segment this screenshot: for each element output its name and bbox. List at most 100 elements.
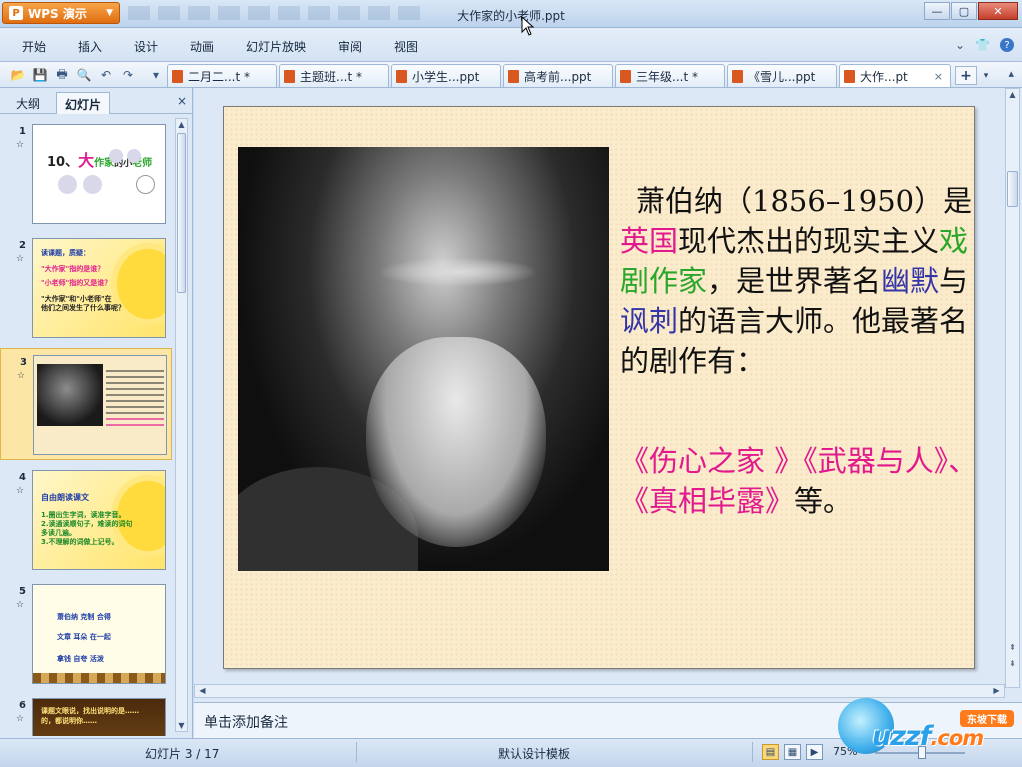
ppt-file-icon xyxy=(732,69,743,83)
slide-counter: 幻灯片 3 / 17 xyxy=(145,747,220,761)
animation-star-icon: ☆ xyxy=(16,140,25,150)
window-title: 大作家的小老师.ppt xyxy=(457,9,565,23)
menu-home[interactable]: 开始 xyxy=(22,38,46,55)
tab-list-dropdown-icon[interactable]: ▾ xyxy=(979,66,993,85)
tab-slides[interactable]: 幻灯片 xyxy=(56,92,111,114)
slide-number: 4 xyxy=(19,472,26,483)
minimize-button[interactable]: — xyxy=(924,2,950,20)
slide-editor: 萧伯纳（1856–1950）是英国现代杰出的现实主义戏剧作家，是世界著名幽默与讽… xyxy=(194,88,1022,738)
watermark-text: uzzf.com xyxy=(872,721,984,752)
slide-number: 3 xyxy=(20,357,27,368)
animation-star-icon: ☆ xyxy=(16,254,25,264)
ppt-file-icon xyxy=(620,69,631,83)
undo-icon[interactable]: ↶ xyxy=(98,67,114,83)
prev-slide-icon[interactable]: ⇞ xyxy=(1006,643,1019,652)
doc-tab-2[interactable]: 主题班...t * xyxy=(279,64,389,87)
scroll-left-icon[interactable]: ◀ xyxy=(197,686,208,695)
menu-insert[interactable]: 插入 xyxy=(78,38,102,55)
ppt-file-icon xyxy=(172,69,183,83)
customize-dropdown-icon[interactable]: ▾ xyxy=(148,67,164,83)
slide-thumbnail-1[interactable]: 1 ☆ 10、大作家的小老师 xyxy=(0,118,172,230)
doc-tab-7-active[interactable]: 大作...pt × xyxy=(839,64,951,87)
slide-number: 1 xyxy=(19,126,26,137)
chevron-down-icon[interactable]: ⌄ xyxy=(955,38,965,52)
menu-right-icons: ⌄ 👕 ? xyxy=(955,38,1014,52)
help-icon[interactable]: ? xyxy=(1000,38,1014,52)
slide-sorter-view-button[interactable]: ▦ xyxy=(784,744,801,760)
scroll-up-icon[interactable]: ▲ xyxy=(1006,90,1019,99)
close-tab-icon[interactable]: × xyxy=(934,70,943,83)
animation-star-icon: ☆ xyxy=(16,600,25,610)
animation-star-icon: ☆ xyxy=(16,486,25,496)
slide-body-text[interactable]: 萧伯纳（1856–1950）是英国现代杰出的现实主义戏剧作家，是世界著名幽默与讽… xyxy=(620,181,980,381)
scroll-down-icon[interactable]: ▼ xyxy=(176,721,187,730)
slide-horizontal-scrollbar[interactable]: ◀ ▶ xyxy=(194,684,1005,698)
print-preview-icon[interactable]: 🔍 xyxy=(76,67,92,83)
mouse-cursor-icon xyxy=(521,16,535,36)
animation-star-icon: ☆ xyxy=(16,714,25,724)
scroll-up-icon[interactable]: ▲ xyxy=(176,120,187,129)
save-icon[interactable]: 💾 xyxy=(32,67,48,83)
toolbar: 📂 💾 🖶 🔍 ↶ ↷ ▾ 二月二...t * 主题班...t * 小学生...… xyxy=(0,62,1022,88)
thumbnail-image: 自由朗读课文 1.圈出生字词，读准字音。 2.读通读顺句子，难读的词句 多读几遍… xyxy=(32,470,166,570)
maximize-button[interactable]: ▢ xyxy=(951,2,977,20)
scrollbar-thumb[interactable] xyxy=(177,133,186,293)
thumbnail-scrollbar[interactable]: ▲ ▼ xyxy=(175,118,188,732)
menu-view[interactable]: 视图 xyxy=(394,38,418,55)
panel-tabs: 大纲 幻灯片 × xyxy=(0,88,193,114)
slide-vertical-scrollbar[interactable]: ▲ ⇞ ⇟ xyxy=(1005,88,1020,688)
doc-tab-label: 《雪儿...ppt xyxy=(748,69,816,84)
scrollbar-thumb[interactable] xyxy=(1007,171,1018,207)
doc-tab-label: 高考前...ppt xyxy=(524,69,592,84)
open-folder-icon[interactable]: 📂 xyxy=(10,67,26,83)
menu-slideshow[interactable]: 幻灯片放映 xyxy=(246,38,306,55)
thumbnail-list: 1 ☆ 10、大作家的小老师 2 ☆ 读课题，质疑： "大作家"指的是谁？ "小… xyxy=(0,116,172,736)
ppt-file-icon xyxy=(844,69,855,83)
slide-canvas[interactable]: 萧伯纳（1856–1950）是英国现代杰出的现实主义戏剧作家，是世界著名幽默与讽… xyxy=(223,106,977,669)
doc-tab-label: 二月二...t * xyxy=(188,69,250,84)
slide-number: 6 xyxy=(19,700,26,711)
thumbnail-image: 10、大作家的小老师 xyxy=(32,124,166,224)
notes-placeholder: 单击添加备注 xyxy=(204,715,288,731)
portrait-photo[interactable] xyxy=(238,147,609,571)
slideshow-view-button[interactable]: ▶ xyxy=(806,744,823,760)
doc-tab-label: 主题班...t * xyxy=(300,69,362,84)
ppt-file-icon xyxy=(396,69,407,83)
design-template-label: 默认设计模板 xyxy=(498,747,571,761)
slide-thumbnail-3-selected[interactable]: 3 ☆ xyxy=(0,348,172,460)
ppt-file-icon xyxy=(284,69,295,83)
next-slide-icon[interactable]: ⇟ xyxy=(1006,659,1019,668)
close-window-button[interactable]: ✕ xyxy=(978,2,1018,20)
animation-star-icon: ☆ xyxy=(17,371,26,381)
doc-tab-4[interactable]: 高考前...ppt xyxy=(503,64,613,87)
slide-thumbnail-5[interactable]: 5 ☆ 萧伯纳 克制 合得 文章 耳朵 在一起 拿钱 自夸 活泼 xyxy=(0,578,172,690)
slide-works-text[interactable]: 《伤心之家 》《武器与人》、《真相毕露》等。 xyxy=(620,441,980,521)
close-panel-icon[interactable]: × xyxy=(177,94,187,108)
slide-thumbnail-4[interactable]: 4 ☆ 自由朗读课文 1.圈出生字词，读准字音。 2.读通读顺句子，难读的词句 … xyxy=(0,464,172,576)
new-tab-button[interactable]: + xyxy=(955,66,977,85)
title-bar: P WPS 演示 ▼ 大作家的小老师.ppt — ▢ ✕ xyxy=(0,0,1022,28)
doc-tab-6[interactable]: 《雪儿...ppt xyxy=(727,64,837,87)
shirt-icon[interactable]: 👕 xyxy=(975,38,990,52)
print-icon[interactable]: 🖶 xyxy=(54,67,70,83)
slide-thumbnail-6[interactable]: 6 ☆ 课题文眼说，找出说明的是…… 的，都说明你…… xyxy=(0,692,172,736)
ppt-file-icon xyxy=(508,69,519,83)
doc-tab-1[interactable]: 二月二...t * xyxy=(167,64,277,87)
doc-tab-3[interactable]: 小学生...ppt xyxy=(391,64,501,87)
scroll-right-icon[interactable]: ▶ xyxy=(991,686,1002,695)
tab-outline[interactable]: 大纲 xyxy=(8,92,48,114)
slide-thumbnail-2[interactable]: 2 ☆ 读课题，质疑： "大作家"指的是谁？ "小老师"指的又是谁？ "大作家"… xyxy=(0,232,172,344)
menu-design[interactable]: 设计 xyxy=(134,38,158,55)
thumbnail-image: 课题文眼说，找出说明的是…… 的，都说明你…… xyxy=(32,698,166,736)
doc-tab-label: 三年级...t * xyxy=(636,69,698,84)
thumbnail-image: 萧伯纳 克制 合得 文章 耳朵 在一起 拿钱 自夸 活泼 xyxy=(32,584,166,684)
tab-scroll-icon[interactable]: ▴ xyxy=(1008,67,1014,80)
thumbnail-image: 读课题，质疑： "大作家"指的是谁？ "小老师"指的又是谁？ "大作家"和"小老… xyxy=(32,238,166,338)
slide-number: 5 xyxy=(19,586,26,597)
normal-view-button[interactable]: ▤ xyxy=(762,744,779,760)
menu-animation[interactable]: 动画 xyxy=(190,38,214,55)
menu-review[interactable]: 审阅 xyxy=(338,38,362,55)
redo-icon[interactable]: ↷ xyxy=(120,67,136,83)
window-controls: — ▢ ✕ xyxy=(924,2,1018,20)
doc-tab-5[interactable]: 三年级...t * xyxy=(615,64,725,87)
